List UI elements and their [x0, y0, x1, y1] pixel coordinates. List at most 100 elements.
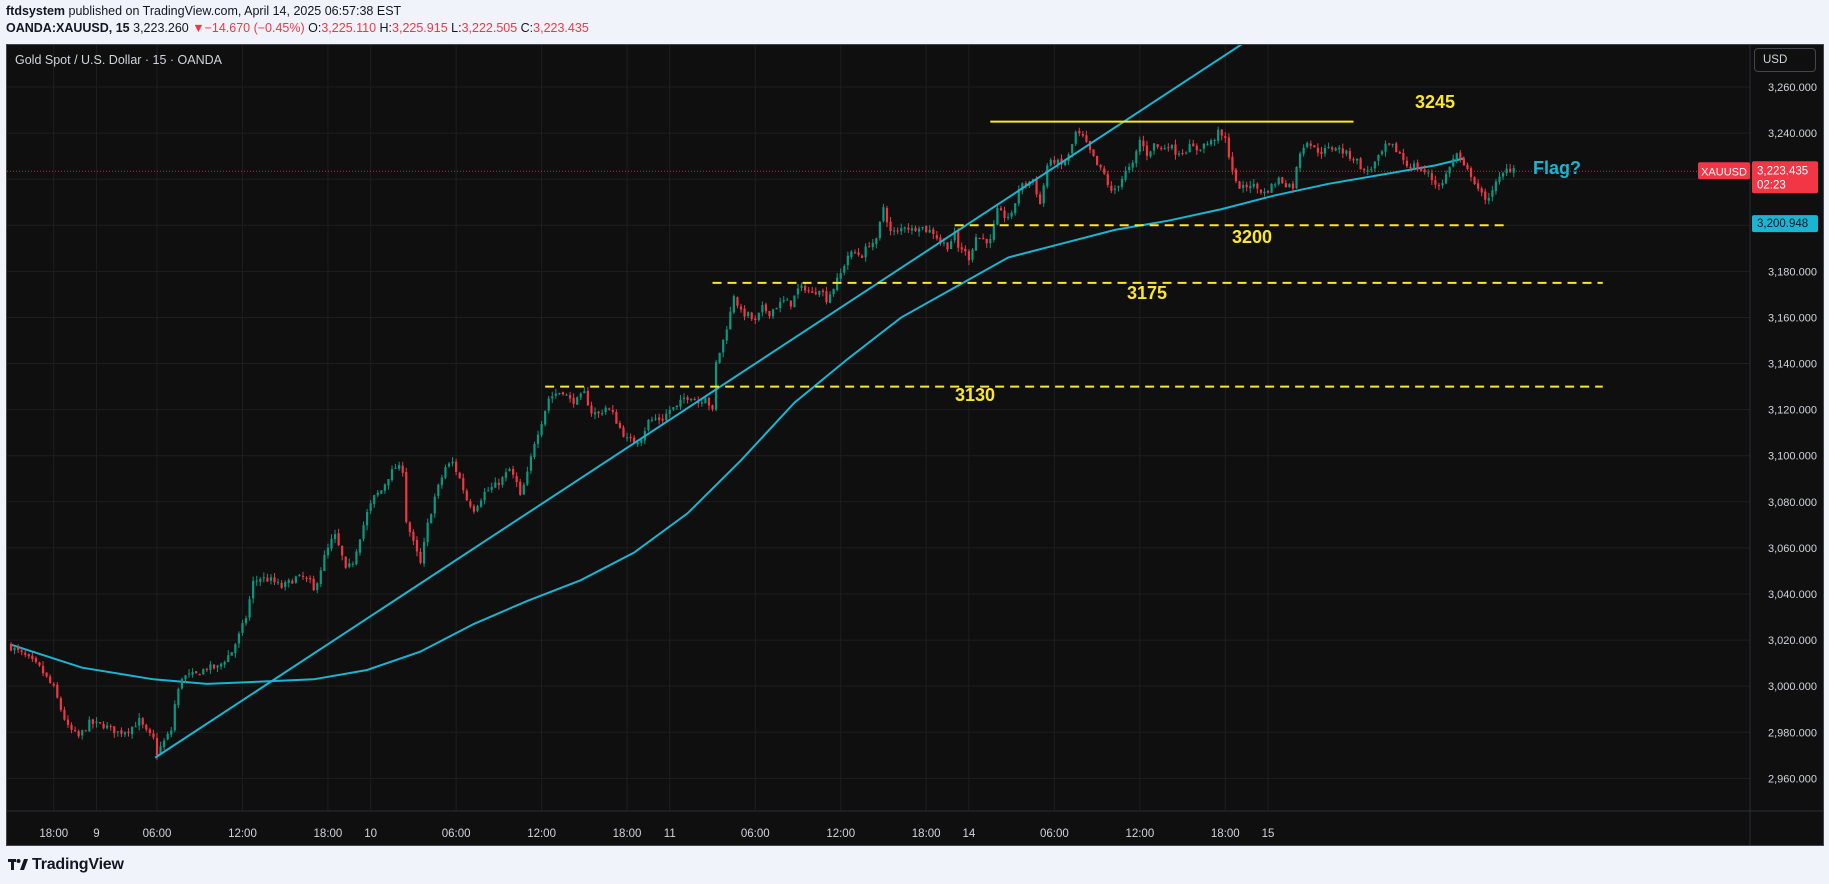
candle	[1249, 180, 1252, 194]
candle	[73, 726, 77, 733]
candle-body	[832, 288, 835, 294]
candle	[344, 556, 347, 570]
candle-body	[982, 237, 985, 239]
candle	[66, 715, 70, 729]
candle	[1252, 179, 1255, 189]
candle	[832, 288, 835, 297]
trendlines[interactable]	[154, 34, 1257, 759]
candle-body	[1074, 131, 1077, 144]
x-tick-label: 9	[93, 828, 99, 840]
candle-body	[41, 665, 45, 674]
candle	[476, 504, 479, 513]
candle	[1110, 181, 1113, 194]
candle	[38, 661, 41, 667]
candle	[946, 242, 949, 252]
candle-body	[668, 409, 671, 414]
candle-body	[1156, 144, 1159, 147]
candle	[1302, 144, 1305, 157]
candle-body	[882, 207, 885, 222]
candle-body	[198, 674, 201, 676]
candle	[280, 579, 283, 589]
candle-body	[1388, 143, 1391, 145]
candle	[444, 464, 447, 480]
candle-body	[472, 506, 476, 512]
candle-body	[1355, 158, 1359, 161]
candle-body	[1270, 183, 1273, 193]
candle-body	[1209, 140, 1213, 145]
candle-body	[401, 465, 404, 473]
candle-body	[205, 668, 208, 670]
candle	[98, 721, 102, 725]
candle	[1484, 188, 1487, 205]
candle-body	[355, 551, 358, 565]
candle-body	[412, 531, 415, 541]
candle-body	[971, 249, 974, 260]
candle-body	[170, 730, 173, 735]
candle-body	[166, 733, 169, 740]
time-axis[interactable]: 18:00 9 06:00 12:00 18:00 10 06:00 12:00 18:00 11…	[7, 810, 1823, 840]
candle-body	[59, 698, 62, 710]
candle	[248, 595, 251, 621]
candle	[330, 534, 333, 552]
candle-body	[960, 247, 963, 250]
candle-body	[98, 722, 102, 724]
candle	[1473, 176, 1476, 186]
candle	[1391, 143, 1394, 148]
candle	[950, 238, 953, 250]
candle-body	[390, 469, 394, 481]
candle	[1195, 143, 1198, 155]
candle	[106, 721, 109, 730]
candle-body	[679, 399, 682, 407]
candle	[796, 283, 800, 299]
candle-body	[896, 230, 899, 232]
x-tick-label: 11	[664, 828, 676, 840]
candle-body	[504, 472, 508, 478]
candle-body	[1035, 178, 1038, 195]
candle-body	[1128, 166, 1131, 171]
candle	[376, 489, 379, 498]
candle-body	[195, 671, 198, 674]
levels[interactable]: 3245 3200 3175 3130 Flag?	[545, 92, 1603, 405]
candle-body	[526, 471, 529, 485]
tradingview-logo[interactable]: TradingView	[8, 856, 124, 874]
candle-body	[1313, 145, 1316, 148]
candle-body	[1409, 166, 1412, 169]
candle	[921, 226, 924, 231]
candle	[1338, 145, 1341, 154]
candle-body	[31, 655, 34, 660]
candle-body	[747, 312, 750, 317]
candle-body	[455, 461, 458, 472]
candle-body	[184, 675, 187, 680]
candle	[163, 737, 166, 750]
candle-body	[1359, 158, 1362, 170]
candle	[1494, 179, 1498, 195]
candle	[693, 397, 696, 401]
candle-body	[1466, 164, 1469, 169]
candle	[1395, 141, 1398, 153]
currency-button[interactable]: USD	[1754, 48, 1816, 72]
candle	[807, 287, 810, 294]
candle-body	[1505, 168, 1508, 174]
candle	[255, 575, 258, 586]
candle-body	[1185, 152, 1188, 154]
candle-body	[878, 221, 881, 239]
candle	[223, 660, 226, 668]
candle	[1416, 159, 1419, 172]
candle-body	[572, 397, 575, 404]
candle-body	[1145, 145, 1149, 156]
candle	[782, 295, 785, 304]
price-axis[interactable]: 2,960.000 2,980.000 3,000.000 3,020.000 3,04…	[1698, 45, 1818, 845]
candle	[839, 268, 842, 282]
candle-body	[248, 599, 251, 618]
candle-body	[20, 650, 23, 652]
candle	[323, 550, 326, 572]
candle-body	[1444, 173, 1448, 184]
candle	[860, 254, 864, 259]
candle-body	[316, 583, 319, 591]
y-tick-label: 3,140.000	[1768, 359, 1817, 371]
candle	[316, 582, 319, 593]
candle-body	[1487, 197, 1490, 201]
candle-body	[52, 683, 55, 686]
price-chart[interactable]: 3245 3200 3175 3130 Flag? 2,960.000 2,980.000…	[0, 0, 1829, 884]
candle-body	[1177, 153, 1181, 155]
